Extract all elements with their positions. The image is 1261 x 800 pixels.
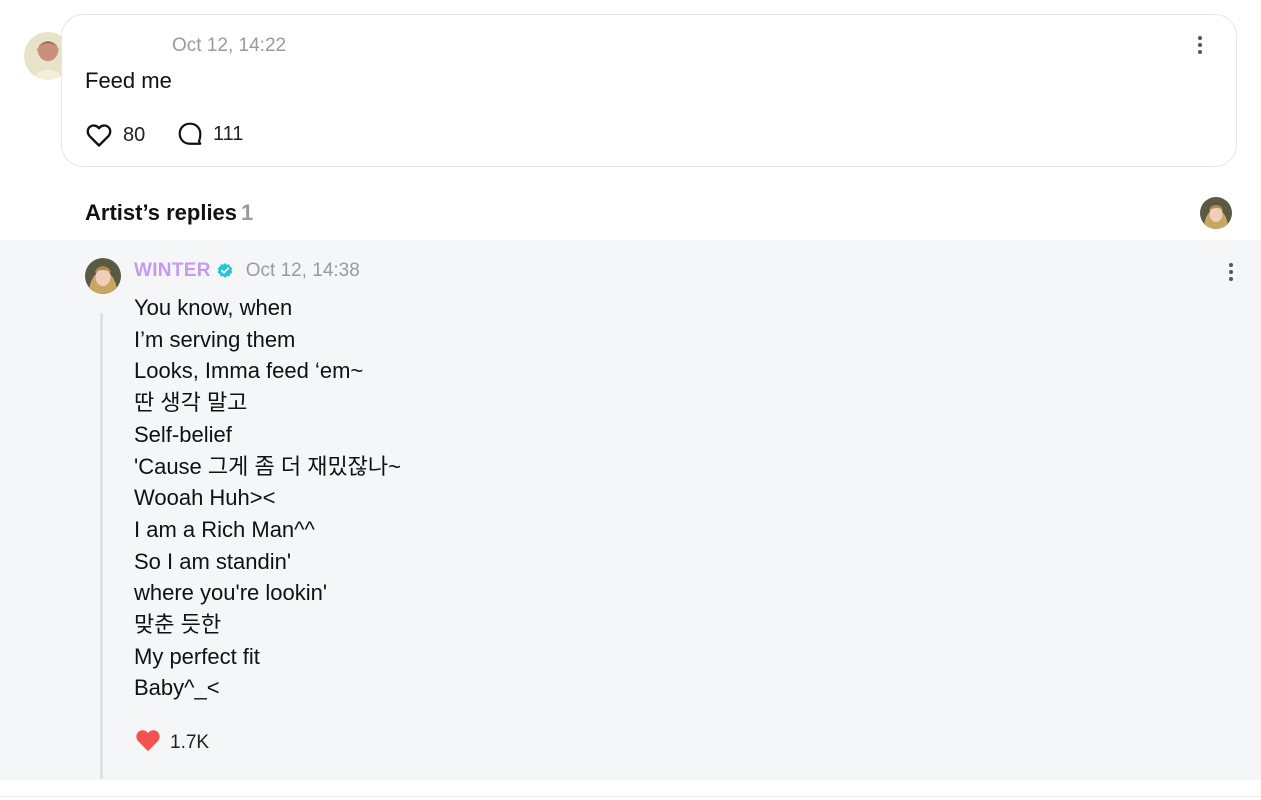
post-like-count: 80 — [123, 123, 146, 146]
reply-line: Baby^_< — [134, 675, 220, 701]
verified-badge-icon — [211, 262, 234, 280]
heart-filled-icon — [134, 726, 162, 760]
reply-line: So I am standin' — [134, 548, 292, 574]
reply-line: 맞춘 듯한 — [134, 612, 222, 638]
post-more-options-icon[interactable] — [1190, 35, 1210, 55]
reply-line: Wooah Huh>< — [134, 485, 276, 511]
reply-line: Self-belief — [134, 421, 232, 447]
post-text: Feed me — [85, 68, 172, 93]
heart-outline-icon — [85, 121, 113, 149]
reply-line: I’m serving them — [134, 326, 296, 352]
artist-avatar-small[interactable] — [1200, 197, 1232, 229]
artist-replies-heading: Artist’s replies 1 — [85, 200, 253, 226]
speech-bubble-icon — [177, 121, 203, 147]
divider — [0, 796, 1261, 797]
original-post-card: Oct 12, 14:22 Feed me 80 111 — [61, 14, 1237, 167]
reply-author-avatar[interactable] — [85, 258, 121, 294]
thread-line — [100, 313, 103, 779]
artist-replies-title: Artist’s replies — [85, 200, 238, 225]
reply-line: Looks, Imma feed ‘em~ — [134, 358, 364, 384]
artist-reply: WINTER Oct 12, 14:38 You know, when I’m … — [0, 240, 1261, 780]
reply-like-button[interactable]: 1.7K — [134, 726, 209, 760]
post-like-button[interactable]: 80 — [85, 121, 145, 149]
reply-line: I am a Rich Man^^ — [134, 516, 315, 542]
artist-replies-count: 1 — [241, 200, 254, 225]
post-timestamp: Oct 12, 14:22 — [172, 35, 287, 56]
reply-line: 딴 생각 말고 — [134, 390, 248, 416]
reply-line: where you're lookin' — [134, 580, 328, 606]
reply-text: You know, when I’m serving them Looks, I… — [134, 292, 401, 704]
reply-line: My perfect fit — [134, 643, 260, 669]
reply-header: WINTER Oct 12, 14:38 — [134, 260, 360, 282]
reply-line: 'Cause 그게 좀 더 재밌잖나~ — [134, 453, 402, 479]
reply-line: You know, when — [134, 295, 293, 320]
reply-author-name[interactable]: WINTER — [134, 260, 211, 282]
post-comment-count: 111 — [213, 122, 244, 145]
reply-more-options-icon[interactable] — [1221, 262, 1241, 282]
post-comment-button[interactable]: 111 — [177, 121, 243, 147]
reply-timestamp: Oct 12, 14:38 — [245, 260, 360, 281]
reply-like-count: 1.7K — [170, 732, 210, 753]
